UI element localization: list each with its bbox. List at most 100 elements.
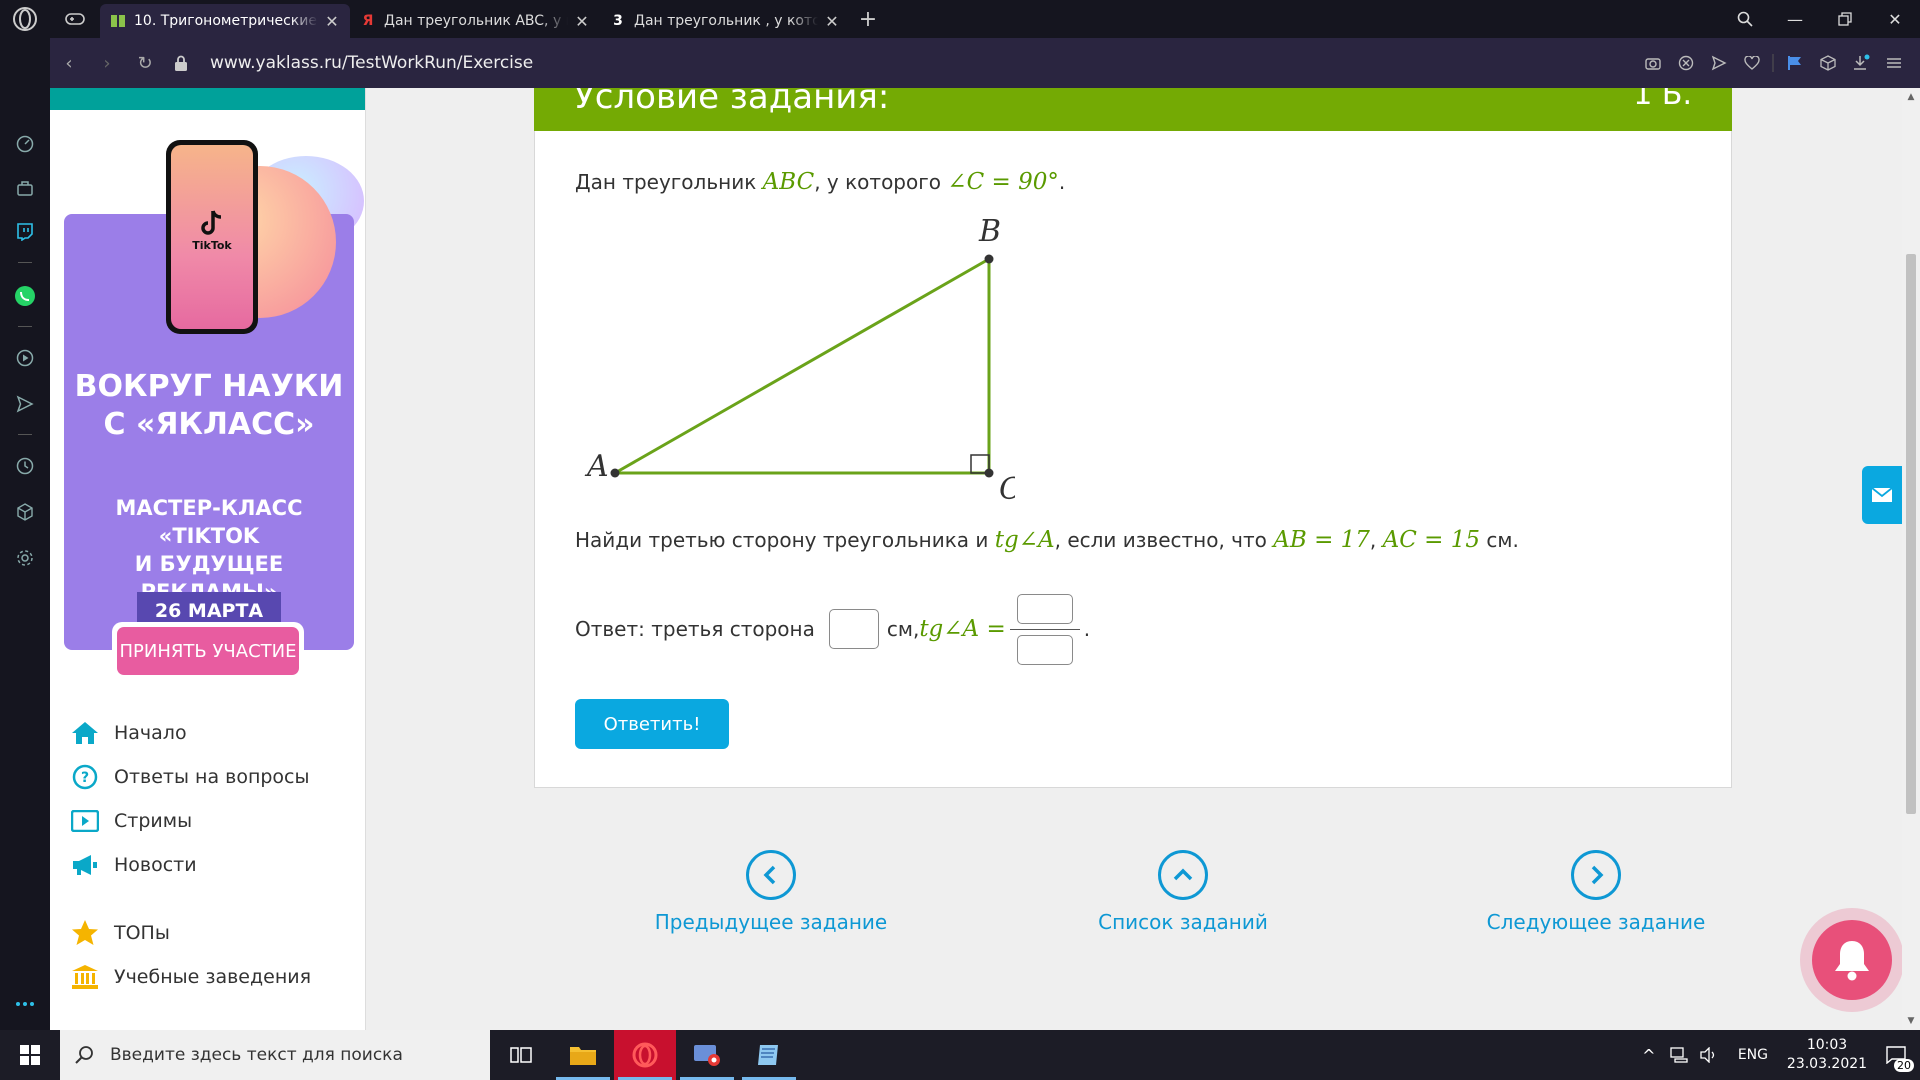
- history-icon[interactable]: [0, 448, 50, 484]
- close-icon[interactable]: ✕: [824, 12, 840, 31]
- bell-icon: [1835, 941, 1869, 981]
- more-icon[interactable]: [0, 986, 50, 1022]
- menu-item-answers[interactable]: ? Ответы на вопросы: [70, 762, 310, 792]
- tab-znanija[interactable]: 3 Дан треугольник , у котор ✕: [600, 4, 850, 38]
- windows-start-icon[interactable]: [0, 1030, 60, 1080]
- divider-icon: [1768, 38, 1778, 88]
- clock[interactable]: 10:03 23.03.2021: [1782, 1036, 1872, 1074]
- restore-button[interactable]: [1820, 0, 1870, 38]
- chevron-up-icon[interactable]: ^: [1634, 1030, 1664, 1080]
- phone-illustration: TikTok: [166, 140, 258, 334]
- heart-icon[interactable]: [1735, 38, 1768, 88]
- chevron-left-icon: [746, 850, 796, 900]
- minimize-button[interactable]: —: [1770, 0, 1820, 38]
- question-text: см.: [1480, 528, 1519, 552]
- mail-icon: [1871, 487, 1893, 502]
- clock-date: 23.03.2021: [1786, 1056, 1868, 1072]
- notes-app-icon[interactable]: [738, 1030, 800, 1080]
- forward-button[interactable]: ›: [88, 38, 126, 88]
- opera-taskbar-icon[interactable]: [614, 1030, 676, 1080]
- answer-row: Ответ: третья сторона см, tg∠A = .: [575, 589, 1090, 669]
- menu-item-streams[interactable]: Стримы: [70, 806, 192, 836]
- tab-yaklass[interactable]: 10. Тригонометрические с ✕: [100, 4, 350, 38]
- promo-sub-line: «TIKTOK: [158, 524, 260, 548]
- promo-join-button[interactable]: ПРИНЯТЬ УЧАСТИЕ: [112, 622, 304, 680]
- menu-item-home[interactable]: Начало: [70, 718, 187, 748]
- tab-title: Дан треугольник , у котор: [634, 13, 818, 29]
- mail-button[interactable]: [1862, 466, 1902, 524]
- volume-icon[interactable]: [1694, 1030, 1724, 1080]
- opera-logo-icon[interactable]: [0, 0, 50, 38]
- question-text: , если известно, что: [1054, 528, 1274, 552]
- math-ac: AC = 15: [1382, 527, 1481, 553]
- vertex-b-point: [984, 254, 994, 264]
- statement-text: , у которого: [814, 170, 948, 194]
- back-button[interactable]: ‹: [50, 38, 88, 88]
- url-field[interactable]: www.yaklass.ru/TestWorkRun/Exercise: [164, 53, 1636, 73]
- task-header-title: Условие задания:: [574, 88, 890, 117]
- action-center-icon[interactable]: 20: [1872, 1030, 1920, 1080]
- close-window-button[interactable]: ✕: [1870, 0, 1920, 38]
- camera-icon[interactable]: [1636, 38, 1669, 88]
- settings-sliders-icon[interactable]: [1877, 38, 1910, 88]
- vertex-c-point: [984, 468, 994, 478]
- menu-item-institutions[interactable]: Учебные заведения: [70, 962, 311, 992]
- extensions-icon[interactable]: [0, 494, 50, 530]
- menu-item-label: Начало: [114, 722, 187, 744]
- notifications-button[interactable]: [1800, 908, 1902, 1012]
- close-icon[interactable]: ✕: [324, 12, 340, 31]
- star-icon: [70, 918, 100, 948]
- language-indicator[interactable]: ENG: [1724, 1047, 1782, 1063]
- network-icon[interactable]: [1664, 1030, 1694, 1080]
- submit-button[interactable]: Ответить!: [575, 699, 729, 749]
- vertex-a-label: A: [584, 449, 609, 484]
- third-side-input[interactable]: [828, 609, 879, 649]
- page-scrollbar[interactable]: ▲ ▼: [1902, 88, 1920, 1030]
- tab-title: Дан треугольник ABC, у ко: [384, 13, 568, 29]
- gear-icon[interactable]: [0, 540, 50, 576]
- task-question: Найди третью сторону треугольника и tg∠A…: [575, 527, 1519, 553]
- next-task-link[interactable]: Следующее задание: [1466, 850, 1726, 934]
- vertex-a-point: [610, 468, 620, 478]
- reload-button[interactable]: ↻: [126, 38, 164, 88]
- twitch-icon[interactable]: [0, 214, 50, 250]
- cube-icon[interactable]: [1811, 38, 1844, 88]
- gamepad-icon[interactable]: [50, 0, 100, 38]
- adblock-icon[interactable]: [1669, 38, 1702, 88]
- close-icon[interactable]: ✕: [574, 12, 590, 31]
- speed-dial-icon[interactable]: [0, 126, 50, 162]
- prev-task-link[interactable]: Предыдущее задание: [641, 850, 901, 934]
- send-sidebar-icon[interactable]: [0, 386, 50, 422]
- math-tg: tg∠A: [994, 527, 1055, 553]
- taskbar-search-input[interactable]: Введите здесь текст для поиска: [60, 1030, 490, 1080]
- file-explorer-icon[interactable]: [552, 1030, 614, 1080]
- menu-item-tops[interactable]: ТОПы: [70, 918, 170, 948]
- screen-record-icon[interactable]: [676, 1030, 738, 1080]
- home-icon: [70, 718, 100, 748]
- task-points: 1 Б.: [1633, 88, 1692, 112]
- math-angle: ∠C = 90°: [947, 169, 1059, 195]
- task-list-link[interactable]: Список заданий: [1053, 850, 1313, 934]
- send-icon[interactable]: [1702, 38, 1735, 88]
- scrollbar-thumb[interactable]: [1906, 254, 1916, 814]
- flag-icon[interactable]: [1778, 38, 1811, 88]
- tab-yandex[interactable]: Я Дан треугольник ABC, у ко ✕: [350, 4, 600, 38]
- lock-icon: [175, 55, 187, 71]
- menu-item-news[interactable]: Новости: [70, 850, 197, 880]
- address-bar: ‹ › ↻ www.yaklass.ru/TestWorkRun/Exercis…: [50, 38, 1920, 88]
- whatsapp-icon[interactable]: [0, 278, 50, 314]
- answer-end: .: [1083, 617, 1091, 641]
- task-view-icon[interactable]: [490, 1030, 552, 1080]
- search-icon[interactable]: [1720, 0, 1770, 38]
- download-icon[interactable]: [1844, 38, 1877, 88]
- vertex-c-label: C: [999, 472, 1015, 507]
- player-icon[interactable]: [0, 340, 50, 376]
- search-placeholder: Введите здесь текст для поиска: [110, 1045, 403, 1065]
- bag-icon[interactable]: [0, 170, 50, 206]
- task-card: Условие задания: 1 Б. Дан треугольник AB…: [534, 88, 1732, 788]
- denominator-input[interactable]: [1016, 634, 1073, 665]
- search-icon: [75, 1046, 93, 1064]
- new-tab-button[interactable]: +: [850, 0, 886, 38]
- statement-text: .: [1058, 170, 1066, 194]
- numerator-input[interactable]: [1016, 593, 1073, 624]
